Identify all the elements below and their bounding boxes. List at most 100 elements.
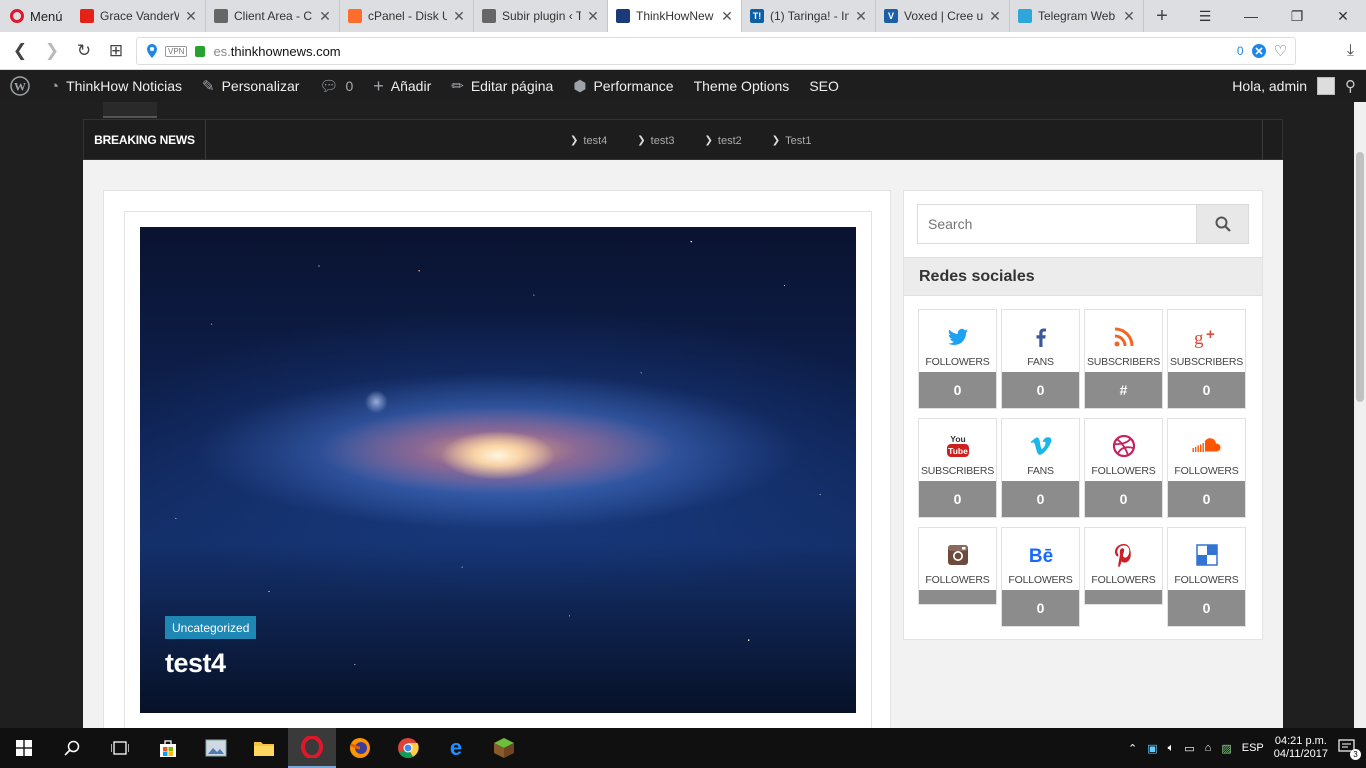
page-scrollbar[interactable] (1354, 102, 1366, 728)
tab-close-icon[interactable]: ✕ (989, 8, 1001, 25)
social-counter-value: # (1085, 372, 1162, 408)
tab-favicon-icon (482, 9, 496, 23)
new-tab-button[interactable]: + (1144, 0, 1180, 32)
social-counter-youtube[interactable]: You Tube SUBSCRIBERS 0 (918, 418, 997, 518)
start-button[interactable] (0, 728, 48, 768)
speed-dial-grid-icon[interactable]: ⊞ (100, 41, 132, 61)
scrollbar-thumb[interactable] (1356, 152, 1364, 402)
seo-link[interactable]: SEO (799, 70, 849, 102)
breaking-news-item[interactable]: ❯ Test1 (772, 135, 812, 147)
nav-menu-toggle[interactable] (103, 102, 157, 118)
tab-close-icon[interactable]: ✕ (453, 8, 465, 25)
search-button[interactable] (1196, 205, 1248, 243)
social-counter-soundcloud[interactable]: FOLLOWERS 0 (1167, 418, 1246, 518)
chrome-taskbar-button[interactable] (384, 728, 432, 768)
customize-link[interactable]: ✎ Personalizar (192, 70, 309, 102)
opera-menu-button[interactable]: Menú (0, 0, 72, 32)
reload-button[interactable]: ↻ (68, 41, 100, 61)
breaking-news-item[interactable]: ❯ test4 (570, 135, 607, 147)
post-title[interactable]: test4 (165, 648, 226, 679)
firefox-taskbar-button[interactable] (336, 728, 384, 768)
social-counter-dribbble[interactable]: FOLLOWERS 0 (1084, 418, 1163, 518)
theme-options-link[interactable]: Theme Options (684, 70, 800, 102)
minecraft-taskbar-button[interactable] (480, 728, 528, 768)
close-window-button[interactable]: ✕ (1320, 0, 1366, 32)
social-counter-pinterest[interactable]: FOLLOWERS (1084, 527, 1163, 605)
input-language[interactable]: ESP (1242, 742, 1264, 754)
action-center-button[interactable]: 3 (1338, 739, 1361, 760)
browser-tab[interactable]: cPanel - Disk U ✕ (340, 0, 474, 32)
url-field[interactable]: VPN es.thinkhownews.com 0 ♡ (136, 37, 1296, 65)
twitter-icon (946, 322, 970, 352)
download-icon[interactable]: ⤓ (1347, 42, 1354, 60)
network-icon[interactable]: ⌂ (1205, 742, 1212, 754)
volume-icon[interactable]: 🔈︎ (1168, 742, 1175, 755)
category-badge[interactable]: Uncategorized (165, 616, 257, 639)
browser-tab[interactable]: V Voxed | Cree ur ✕ (876, 0, 1010, 32)
tab-favicon-icon (214, 9, 228, 23)
social-counter-facebook[interactable]: FANS 0 (1001, 309, 1080, 409)
site-name-link[interactable]: ◔ ThinkHow Noticias (40, 70, 192, 102)
bookmark-heart-icon[interactable]: ♡ (1274, 42, 1287, 60)
edge-taskbar-button[interactable]: e (432, 728, 480, 768)
social-counter-rss[interactable]: SUBSCRIBERS # (1084, 309, 1163, 409)
tab-close-icon[interactable]: ✕ (855, 8, 867, 25)
back-button[interactable]: ❮ (4, 41, 36, 61)
browser-tab[interactable]: Subir plugin ‹ T ✕ (474, 0, 608, 32)
social-counter-twitter[interactable]: FOLLOWERS 0 (918, 309, 997, 409)
behance-icon: Bē (1027, 540, 1055, 570)
breaking-news-item[interactable]: ❯ test3 (637, 135, 674, 147)
battery-icon[interactable]: ▭ (1184, 742, 1194, 755)
chrome-icon (398, 738, 419, 759)
clock[interactable]: 04:21 p.m. 04/11/2017 (1274, 735, 1328, 761)
search-input[interactable] (918, 205, 1196, 243)
adminbar-search-icon[interactable]: ⚲ (1345, 77, 1356, 95)
svg-text:e: e (450, 737, 462, 759)
browser-tab[interactable]: Grace VanderW ✕ (72, 0, 206, 32)
browser-tab[interactable]: T! (1) Taringa! - In ✕ (742, 0, 876, 32)
social-counter-value: 0 (1085, 481, 1162, 517)
file-explorer-button[interactable] (240, 728, 288, 768)
secure-lock-icon[interactable] (195, 45, 206, 57)
social-counter-value: 0 (919, 372, 996, 408)
tab-menu-icon[interactable]: ☰ (1182, 0, 1228, 32)
performance-link[interactable]: ⬢ Performance (563, 70, 683, 102)
browser-tab[interactable]: ThinkHowNew ✕ (608, 0, 742, 32)
breaking-news-item[interactable]: ❯ test2 (705, 135, 742, 147)
edit-page-link[interactable]: ✏︎ Editar página (441, 70, 563, 102)
paint-app-button[interactable] (192, 728, 240, 768)
taskbar-search-button[interactable] (48, 728, 96, 768)
rss-icon (1112, 322, 1136, 352)
post-featured-image[interactable]: Uncategorized test4 (140, 227, 856, 713)
url-domain: thinkhownews.com (230, 43, 341, 59)
tab-close-icon[interactable]: ✕ (1123, 8, 1135, 25)
adblock-shield-icon[interactable] (1251, 44, 1266, 58)
social-counter-behance[interactable]: Bē FOLLOWERS 0 (1001, 527, 1080, 627)
vpn-badge[interactable]: VPN (165, 45, 188, 57)
minimize-button[interactable]: — (1228, 0, 1274, 32)
add-new-link[interactable]: + Añadir (363, 70, 441, 102)
tray-image-app-icon[interactable]: ▨ (1221, 742, 1231, 755)
tab-close-icon[interactable]: ✕ (185, 8, 197, 25)
social-counter-delicious[interactable]: FOLLOWERS 0 (1167, 527, 1246, 627)
browser-tab[interactable]: Client Area - C ✕ (206, 0, 340, 32)
restore-button[interactable]: ❐ (1274, 0, 1320, 32)
tab-close-icon[interactable]: ✕ (319, 8, 331, 25)
social-counter-vimeo[interactable]: FANS 0 (1001, 418, 1080, 518)
tab-close-icon[interactable]: ✕ (721, 8, 733, 25)
tab-close-icon[interactable]: ✕ (587, 8, 599, 25)
show-hidden-icons-button[interactable]: ⌃ (1128, 742, 1137, 755)
forward-button[interactable]: ❯ (36, 41, 68, 61)
task-view-button[interactable] (96, 728, 144, 768)
browser-tab[interactable]: Telegram Web ✕ (1010, 0, 1144, 32)
social-counter-instagram[interactable]: FOLLOWERS (918, 527, 997, 605)
opera-taskbar-button[interactable] (288, 728, 336, 768)
social-counter-google-plus[interactable]: g + SUBSCRIBERS 0 (1167, 309, 1246, 409)
wordpress-logo-button[interactable]: W (0, 70, 40, 102)
avatar[interactable] (1317, 77, 1335, 95)
store-app-button[interactable] (144, 728, 192, 768)
tray-app-icon[interactable]: ▣ (1147, 742, 1157, 755)
user-greeting[interactable]: Hola, admin (1232, 78, 1307, 94)
social-counter-value: 0 (1168, 481, 1245, 517)
comments-link[interactable]: 💬︎ 0 (309, 70, 363, 102)
